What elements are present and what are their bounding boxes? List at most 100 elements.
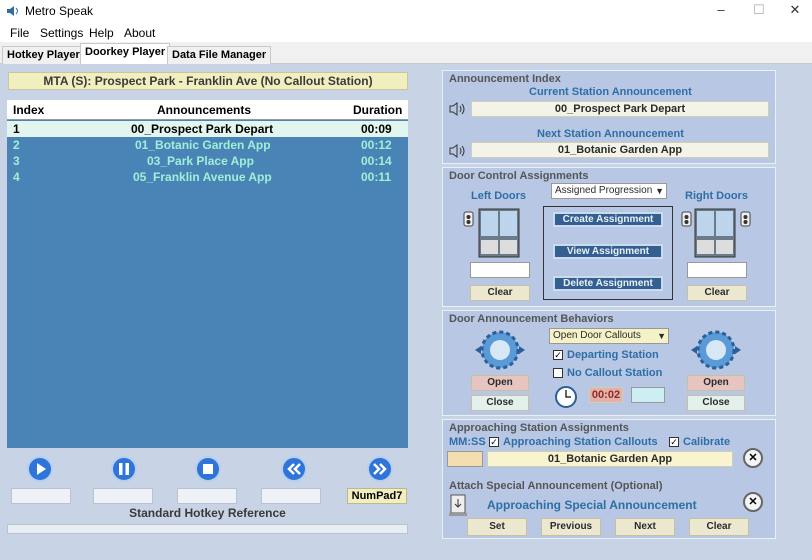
header-announcements: Announcements [157,103,252,117]
right-door-field[interactable] [687,262,747,278]
menu-help[interactable]: Help [89,26,114,40]
tab-data-file-manager[interactable]: Data File Manager [167,46,272,64]
timer-field[interactable] [631,387,665,403]
minimize-button[interactable]: – [706,2,736,20]
rewind-button[interactable] [281,456,307,482]
mmss-field[interactable] [447,451,483,467]
table-row[interactable]: 3 03_Park Place App 00:14 [7,153,408,169]
fast-forward-button[interactable] [367,456,393,482]
set-button[interactable]: Set [467,518,527,536]
door-control-panel: Door Control Assignments Left Doors Righ… [442,167,776,307]
row-name: 03_Park Place App [147,154,254,168]
row-index: 2 [13,138,20,152]
mmss-label: MM:SS [449,436,486,448]
approaching-callouts-label: Approaching Station Callouts [503,436,658,448]
left-door-field[interactable] [470,262,530,278]
row-name: 05_Franklin Avenue App [133,170,272,184]
header-index: Index [13,103,45,117]
maximize-button[interactable]: ☐ [744,2,774,20]
clock-icon [555,386,577,408]
speaker-app-icon [7,6,18,16]
menu-bar: File Settings Help About [0,22,812,42]
hotkey-box[interactable] [177,488,237,504]
window-title: Metro Speak [25,4,94,18]
left-clear-button[interactable]: Clear [470,285,530,301]
playback-controls: NumPad7 Standard Hotkey Reference [7,450,408,536]
chevron-down-icon: ▼ [655,186,664,196]
right-close-button[interactable]: Close [687,395,745,411]
hotkey-box[interactable] [93,488,153,504]
no-callout-station-label: No Callout Station [567,367,663,379]
pause-button[interactable] [111,456,137,482]
door-behaviors-panel: Door Announcement Behaviors Open Close O… [442,310,776,416]
view-assignment-button[interactable]: View Assignment [553,244,663,259]
stop-button[interactable] [195,456,221,482]
menu-settings[interactable]: Settings [40,26,83,40]
play-icon [37,463,46,475]
row-index: 3 [13,154,20,168]
clear-approaching-button[interactable]: ✕ [743,448,763,468]
tab-strip: Hotkey Player Doorkey Player Data File M… [0,42,812,64]
left-open-button[interactable]: Open [471,375,529,391]
table-row[interactable]: 2 01_Botanic Garden App 00:12 [7,137,408,153]
numpad-key[interactable]: NumPad7 [347,488,407,504]
hotkey-box[interactable] [11,488,71,504]
door-callout-select[interactable]: Open Door Callouts ▼ [549,328,669,344]
right-open-button[interactable]: Open [687,375,745,391]
row-duration: 00:11 [361,170,392,184]
panel-title: Door Announcement Behaviors [449,313,614,325]
tab-hotkey-player[interactable]: Hotkey Player [2,46,85,64]
approaching-station-panel: Approaching Station Assignments MM:SS ✓ … [442,419,776,539]
left-close-button[interactable]: Close [471,395,529,411]
approaching-callouts-checkbox[interactable]: ✓ [489,437,499,447]
approaching-value: 01_Botanic Garden App [487,451,733,467]
standard-hotkey-reference: Standard Hotkey Reference [129,506,286,520]
select-value: Open Door Callouts [553,330,641,341]
current-station-value: 00_Prospect Park Depart [471,101,769,117]
right-door-icon [681,208,751,258]
announcement-grid[interactable]: Index Announcements Duration 1 00_Prospe… [7,100,408,448]
progress-bar [7,524,408,534]
departing-station-checkbox[interactable]: ✓ [553,350,563,360]
next-station-value: 01_Botanic Garden App [471,142,769,158]
title-bar: Metro Speak – ☐ ✕ [0,0,812,22]
stop-icon [203,464,213,474]
table-row[interactable]: 1 00_Prospect Park Depart 00:09 [7,121,408,137]
departing-station-label: Departing Station [567,349,659,361]
play-button[interactable] [27,456,53,482]
clear-special-button[interactable]: ✕ [743,492,763,512]
menu-about[interactable]: About [124,26,155,40]
station-bar: MTA (S): Prospect Park - Franklin Ave (N… [8,72,408,90]
row-duration: 00:12 [361,138,392,152]
file-attach-icon[interactable] [449,494,467,516]
previous-button[interactable]: Previous [541,518,601,536]
hotkey-box[interactable] [261,488,321,504]
next-button[interactable]: Next [615,518,675,536]
chevron-down-icon: ▼ [657,331,666,341]
delete-assignment-button[interactable]: Delete Assignment [553,276,663,291]
right-gear-icon [691,330,741,370]
menu-file[interactable]: File [10,26,29,40]
speaker-icon[interactable] [449,102,467,116]
close-button[interactable]: ✕ [780,2,810,20]
panel-title: Approaching Station Assignments [449,422,629,434]
tab-doorkey-player[interactable]: Doorkey Player [80,43,171,64]
calibrate-label: Calibrate [683,436,731,448]
calibrate-checkbox[interactable]: ✓ [669,437,679,447]
special-title: Attach Special Announcement (Optional) [449,480,663,492]
row-duration: 00:09 [361,122,392,136]
special-label: Approaching Special Announcement [487,498,697,512]
speaker-icon[interactable] [449,144,467,158]
next-station-label: Next Station Announcement [537,128,684,140]
assignment-mode-select[interactable]: Assigned Progression ▼ [551,183,667,199]
right-clear-button[interactable]: Clear [687,285,747,301]
no-callout-station-checkbox[interactable] [553,368,563,378]
select-value: Assigned Progression [555,185,653,196]
clear-button[interactable]: Clear [689,518,749,536]
current-station-label: Current Station Announcement [529,86,692,98]
rewind-icon [287,463,301,475]
create-assignment-button[interactable]: Create Assignment [553,212,663,227]
row-index: 4 [13,170,20,184]
table-row[interactable]: 4 05_Franklin Avenue App 00:11 [7,169,408,185]
player-pane: MTA (S): Prospect Park - Franklin Ave (N… [4,66,412,540]
